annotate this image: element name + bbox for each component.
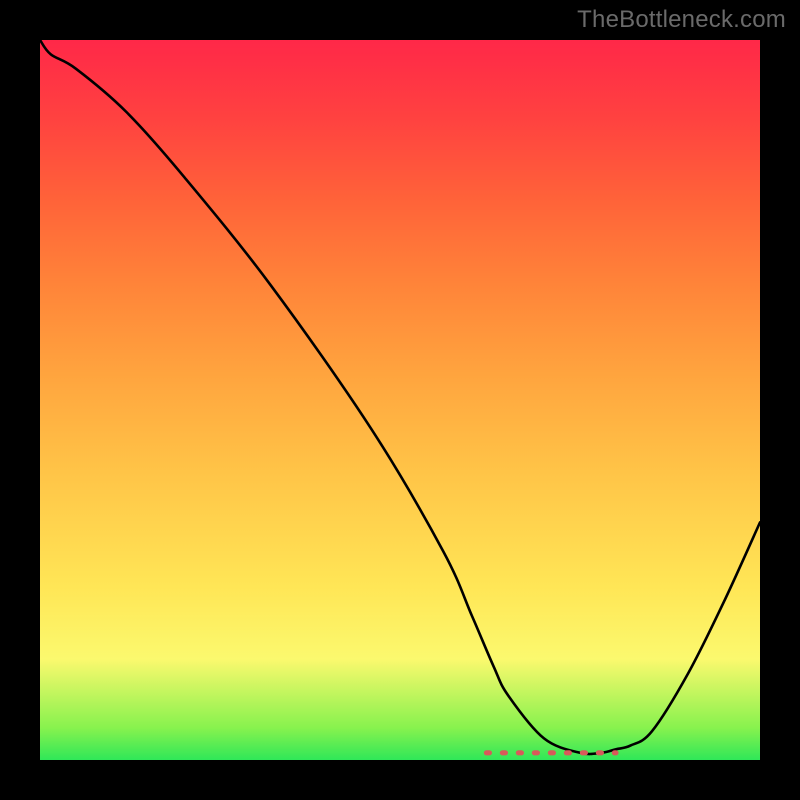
chart-curve-layer <box>40 40 760 760</box>
watermark-text: TheBottleneck.com <box>577 6 786 34</box>
chart-container: TheBottleneck.com <box>0 0 800 800</box>
bottleneck-curve-path <box>40 40 760 754</box>
